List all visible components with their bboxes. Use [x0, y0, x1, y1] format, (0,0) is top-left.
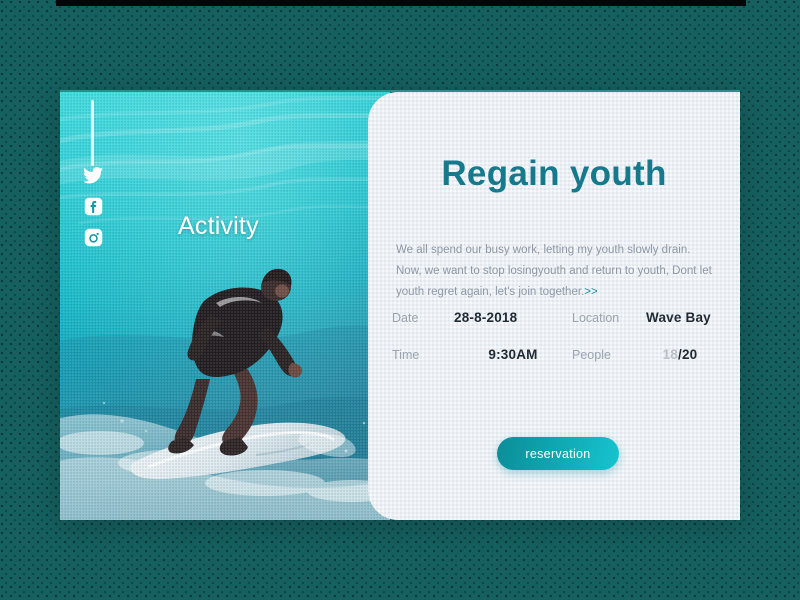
- social-links: [80, 164, 106, 248]
- detail-value-people: 18/20: [646, 347, 714, 362]
- top-black-strip: [56, 0, 746, 6]
- page-title: Regain youth: [441, 154, 667, 193]
- description-text: We all spend our busy work, letting my y…: [396, 240, 714, 303]
- detail-value-location: Wave Bay: [646, 310, 711, 325]
- twitter-icon[interactable]: [82, 164, 104, 186]
- description-body: We all spend our busy work, letting my y…: [396, 243, 712, 298]
- detail-value-date: 28-8-2018: [454, 310, 518, 325]
- detail-label-time: Time: [392, 348, 420, 362]
- detail-label-location: Location: [572, 311, 620, 325]
- detail-value-time: 9:30AM: [488, 347, 538, 362]
- reservation-button[interactable]: reservation: [497, 437, 619, 470]
- detail-label-people: People: [572, 348, 611, 362]
- content-pane: Regain youth We all spend our busy work,…: [368, 92, 740, 520]
- activity-card: Activity Regain youth We all spend our b…: [60, 90, 740, 520]
- detail-label-date: Date: [392, 311, 419, 325]
- surfer-photo: [60, 92, 390, 520]
- people-current: 18: [662, 347, 679, 362]
- social-divider-rule: [91, 100, 94, 166]
- instagram-icon[interactable]: [82, 226, 104, 248]
- details-grid: Date 28-8-2018 Location Wave Bay Time 9:…: [392, 310, 714, 362]
- photo-pane: Activity: [60, 92, 390, 520]
- description-arrows: >>: [584, 285, 598, 298]
- people-capacity: /20: [678, 347, 698, 362]
- facebook-icon[interactable]: [82, 195, 104, 217]
- activity-title: Activity: [178, 212, 259, 240]
